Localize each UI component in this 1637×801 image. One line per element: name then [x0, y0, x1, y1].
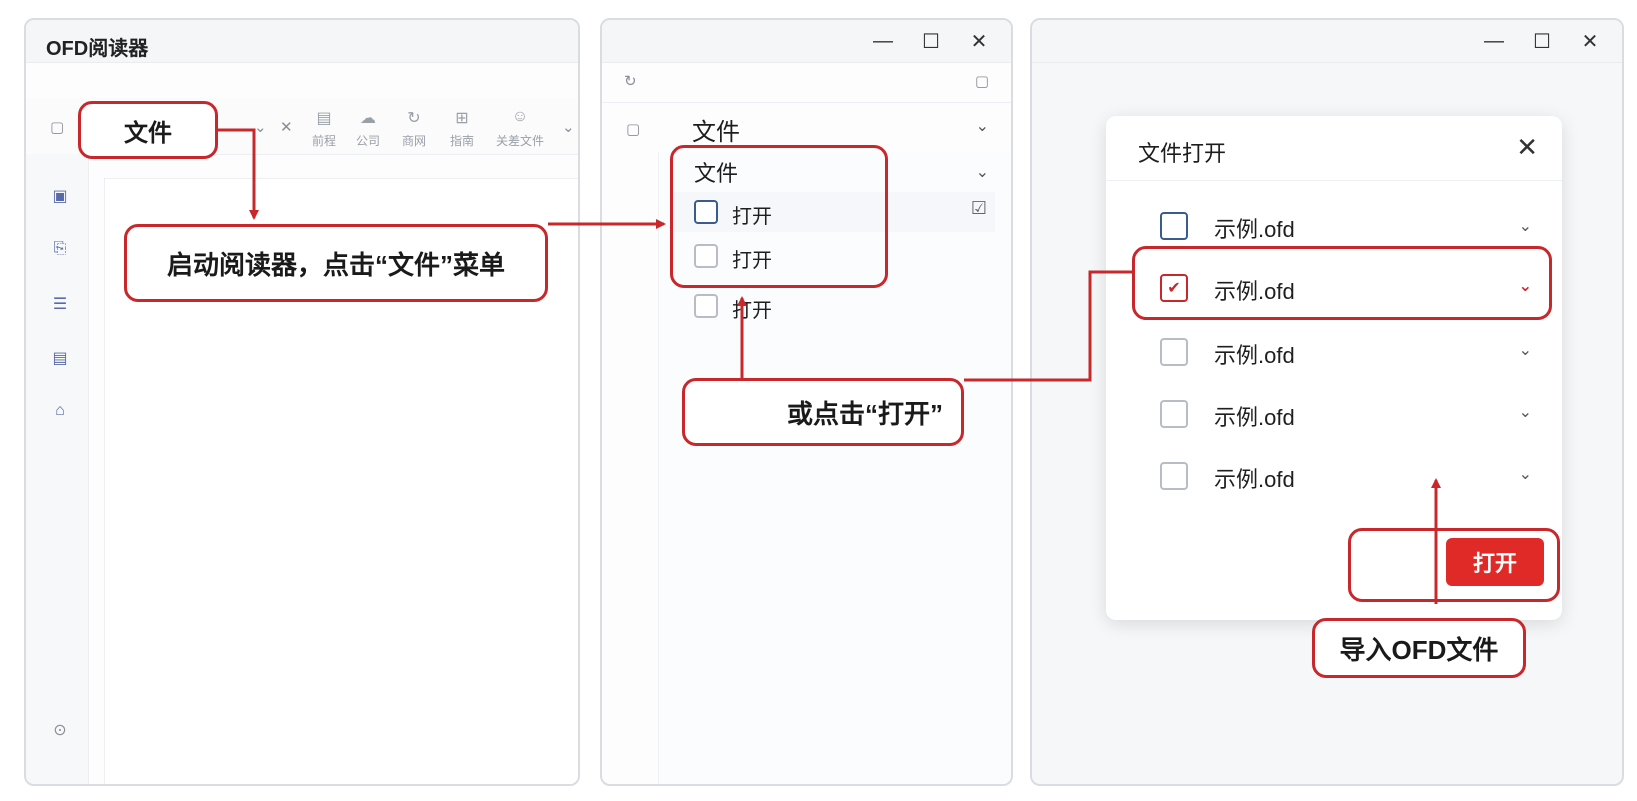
arrow-step2-to-file: [964, 270, 1132, 382]
arrow-file-to-step1: [218, 128, 259, 220]
annotation-arrows: [218, 128, 1441, 604]
